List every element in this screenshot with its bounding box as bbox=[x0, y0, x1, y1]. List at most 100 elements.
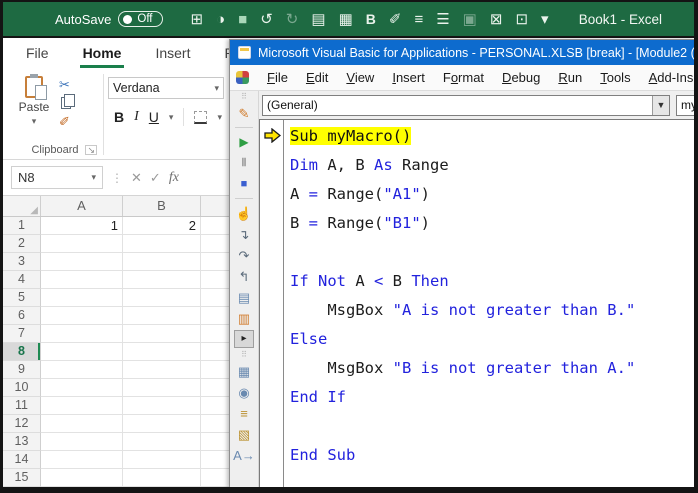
vba-toolbar-icon[interactable]: ▶ bbox=[234, 133, 254, 151]
code-line[interactable] bbox=[290, 412, 694, 441]
vba-toolbar-icon[interactable]: ▸ bbox=[234, 330, 254, 348]
vba-menu-item[interactable]: View bbox=[338, 67, 382, 88]
qat-icon[interactable]: ▤ bbox=[311, 12, 325, 27]
cell-b[interactable] bbox=[123, 289, 201, 307]
row-header[interactable]: 12 bbox=[3, 415, 41, 433]
font-name-combo[interactable]: Verdana ▾ bbox=[108, 77, 224, 99]
row-header[interactable]: 13 bbox=[3, 433, 41, 451]
vba-toolbar-icon[interactable]: ⠿ bbox=[234, 93, 254, 101]
borders-chevron-icon[interactable]: ▾ bbox=[217, 112, 222, 123]
select-all-corner[interactable] bbox=[3, 196, 41, 216]
row-header[interactable]: 9 bbox=[3, 361, 41, 379]
vba-code-lines[interactable]: Sub myMacro()Dim A, B As RangeA = Range(… bbox=[284, 120, 694, 487]
cut-icon[interactable]: ✂ bbox=[59, 78, 70, 91]
qat-icon[interactable]: ☰ bbox=[436, 12, 449, 27]
cell-a[interactable] bbox=[41, 253, 123, 271]
vba-menu-item[interactable]: Edit bbox=[298, 67, 336, 88]
object-dropdown-arrow-icon[interactable]: ▼ bbox=[652, 96, 669, 115]
row-header[interactable]: 10 bbox=[3, 379, 41, 397]
qat-icon[interactable]: ↺ bbox=[260, 12, 273, 27]
vba-menu-item[interactable]: Debug bbox=[494, 67, 548, 88]
cell-b[interactable] bbox=[123, 469, 201, 487]
module-window-icon[interactable] bbox=[236, 71, 249, 84]
cell-b[interactable] bbox=[123, 433, 201, 451]
cell-a[interactable]: 1 bbox=[41, 217, 123, 235]
cell-a[interactable] bbox=[41, 361, 123, 379]
qat-icon[interactable]: ◑ bbox=[216, 12, 225, 27]
cell-b[interactable]: 2 bbox=[123, 217, 201, 235]
cell-b[interactable] bbox=[123, 307, 201, 325]
code-line[interactable]: MsgBox "A is not greater than B." bbox=[290, 296, 694, 325]
cell-a[interactable] bbox=[41, 451, 123, 469]
cell-a[interactable] bbox=[41, 379, 123, 397]
vba-titlebar[interactable]: Microsoft Visual Basic for Applications … bbox=[230, 40, 694, 65]
underline-button[interactable]: U bbox=[149, 109, 159, 125]
vba-toolbar-icon[interactable]: ≡ bbox=[234, 404, 254, 422]
name-box[interactable]: N8 ▾ bbox=[11, 166, 103, 189]
cell-b[interactable] bbox=[123, 397, 201, 415]
qat-icon[interactable]: ▣ bbox=[463, 12, 477, 27]
row-header[interactable]: 3 bbox=[3, 253, 41, 271]
code-line[interactable]: If Not A < B Then bbox=[290, 267, 694, 296]
format-painter-icon[interactable]: ✐ bbox=[59, 115, 70, 128]
ribbon-tab[interactable]: File bbox=[11, 40, 64, 68]
bold-button[interactable]: B bbox=[114, 109, 124, 125]
vba-toolbar-icon[interactable]: ↰ bbox=[234, 267, 254, 285]
cell-a[interactable] bbox=[41, 343, 123, 361]
cell-b[interactable] bbox=[123, 361, 201, 379]
row-header[interactable]: 4 bbox=[3, 271, 41, 289]
code-line[interactable]: Else bbox=[290, 325, 694, 354]
cell-b[interactable] bbox=[123, 325, 201, 343]
cell-a[interactable] bbox=[41, 433, 123, 451]
vba-toolbar-icon[interactable]: ⠿ bbox=[234, 351, 254, 359]
underline-chevron-icon[interactable]: ▾ bbox=[169, 112, 174, 123]
cell-a[interactable] bbox=[41, 469, 123, 487]
vba-toolbar-icon[interactable]: ↷ bbox=[234, 246, 254, 264]
cell-a[interactable] bbox=[41, 415, 123, 433]
borders-button-icon[interactable] bbox=[194, 111, 207, 124]
qat-icon[interactable]: ■ bbox=[238, 12, 247, 27]
row-header[interactable]: 6 bbox=[3, 307, 41, 325]
row-header[interactable]: 8 bbox=[3, 343, 41, 361]
vba-toolbar-icon[interactable]: ▧ bbox=[234, 425, 254, 443]
code-line[interactable]: MsgBox "B is not greater than A." bbox=[290, 354, 694, 383]
code-line[interactable] bbox=[290, 238, 694, 267]
cancel-icon[interactable]: ✕ bbox=[131, 170, 142, 186]
breakpoint-margin[interactable] bbox=[260, 120, 284, 487]
cell-b[interactable] bbox=[123, 343, 201, 361]
row-header[interactable]: 2 bbox=[3, 235, 41, 253]
vba-toolbar-icon[interactable]: ◉ bbox=[234, 383, 254, 401]
autosave-pill[interactable]: Off bbox=[118, 11, 162, 27]
paste-button[interactable]: Paste ▾ bbox=[11, 72, 57, 128]
vba-menu-item[interactable]: Tools bbox=[592, 67, 638, 88]
insert-function-icon[interactable]: fx bbox=[169, 170, 179, 186]
row-header[interactable]: 15 bbox=[3, 469, 41, 487]
qat-icon[interactable]: ▾ bbox=[541, 12, 549, 27]
cell-b[interactable] bbox=[123, 379, 201, 397]
cell-a[interactable] bbox=[41, 235, 123, 253]
vba-toolbar-icon[interactable]: ✎ bbox=[234, 104, 254, 122]
vba-toolbar-icon[interactable]: A→ bbox=[234, 446, 254, 464]
vba-menu-item[interactable]: Format bbox=[435, 67, 492, 88]
enter-icon[interactable]: ✓ bbox=[150, 170, 161, 186]
copy-icon[interactable] bbox=[61, 97, 71, 109]
procedure-dropdown[interactable]: myMacro bbox=[676, 95, 694, 116]
qat-icon[interactable]: ⊞ bbox=[191, 12, 204, 27]
code-line[interactable]: Sub myMacro() bbox=[290, 122, 694, 151]
cell-a[interactable] bbox=[41, 271, 123, 289]
vba-toolbar-icon[interactable]: ▥ bbox=[234, 309, 254, 327]
cell-a[interactable] bbox=[41, 325, 123, 343]
cell-a[interactable] bbox=[41, 307, 123, 325]
row-header[interactable]: 5 bbox=[3, 289, 41, 307]
vba-toolbar-icon[interactable] bbox=[235, 198, 253, 199]
code-line[interactable]: End Sub bbox=[290, 441, 694, 470]
qat-icon[interactable]: B bbox=[366, 12, 376, 26]
italic-button[interactable]: I bbox=[134, 109, 139, 125]
code-line[interactable]: A = Range("A1") bbox=[290, 180, 694, 209]
vba-toolbar-icon[interactable]: ▦ bbox=[234, 362, 254, 380]
cell-a[interactable] bbox=[41, 289, 123, 307]
qat-icon[interactable]: ⊠ bbox=[490, 12, 503, 27]
object-dropdown[interactable]: (General) ▼ bbox=[262, 95, 670, 116]
qat-icon[interactable]: ≡ bbox=[414, 12, 423, 27]
cell-b[interactable] bbox=[123, 451, 201, 469]
